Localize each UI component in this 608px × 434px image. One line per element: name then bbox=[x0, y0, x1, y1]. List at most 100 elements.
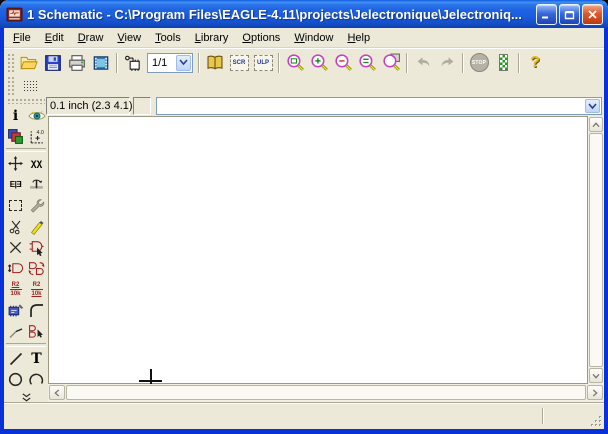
save-button[interactable] bbox=[41, 51, 65, 75]
print-button[interactable] bbox=[65, 51, 89, 75]
sheet-selector-dropdown[interactable] bbox=[176, 55, 191, 71]
toolbar-grip[interactable] bbox=[7, 53, 14, 73]
arc-button[interactable] bbox=[26, 369, 47, 390]
miter-button[interactable] bbox=[26, 300, 47, 321]
titlebar[interactable]: 1 Schematic - C:\Program Files\EAGLE-4.1… bbox=[0, 0, 608, 28]
grid-toolbar-grip[interactable] bbox=[7, 76, 14, 96]
client-area: File Edit Draw View Tools Library Option… bbox=[4, 28, 604, 429]
show-button[interactable] bbox=[26, 105, 47, 126]
invoke-button[interactable] bbox=[26, 321, 47, 342]
minimize-icon bbox=[541, 9, 552, 20]
pinswap-button[interactable] bbox=[5, 258, 26, 279]
scroll-down-button[interactable] bbox=[589, 368, 603, 383]
use-library-button[interactable] bbox=[203, 51, 227, 75]
toolbar-separator bbox=[278, 53, 280, 73]
delete-button[interactable] bbox=[5, 237, 26, 258]
command-input[interactable] bbox=[157, 99, 585, 113]
split-button[interactable] bbox=[5, 321, 26, 342]
wrench-icon bbox=[28, 197, 45, 214]
zoom-out-button[interactable] bbox=[331, 51, 355, 75]
horizontal-scroll-thumb[interactable] bbox=[66, 385, 586, 400]
maximize-button[interactable] bbox=[559, 4, 580, 25]
zoom-in-button[interactable] bbox=[307, 51, 331, 75]
grid-toolbar bbox=[4, 76, 604, 96]
resize-grip[interactable] bbox=[590, 415, 603, 428]
horizontal-scrollbar[interactable] bbox=[48, 384, 604, 402]
sheet-selector[interactable]: 1/1 bbox=[147, 53, 193, 73]
floppy-disk-icon bbox=[44, 54, 62, 72]
paste-button[interactable] bbox=[26, 216, 47, 237]
open-file-button[interactable] bbox=[17, 51, 41, 75]
rotate-button[interactable] bbox=[26, 174, 47, 195]
group-button[interactable] bbox=[5, 195, 26, 216]
vertical-scroll-thumb[interactable] bbox=[589, 133, 603, 367]
zoom-select-button[interactable] bbox=[355, 51, 379, 75]
menu-help[interactable]: Help bbox=[340, 30, 377, 46]
svg-text:4.0: 4.0 bbox=[37, 130, 44, 136]
mirror-button[interactable]: E|Ǝ bbox=[5, 174, 26, 195]
info-icon: i bbox=[13, 109, 18, 123]
vertical-scrollbar[interactable] bbox=[588, 116, 604, 384]
smash-icon bbox=[7, 302, 24, 319]
add-button[interactable] bbox=[26, 237, 47, 258]
schematic-canvas[interactable] bbox=[48, 116, 588, 384]
command-dropdown[interactable] bbox=[585, 99, 600, 113]
command-toolbar-grip[interactable] bbox=[7, 98, 45, 104]
board-chip-icon bbox=[124, 54, 142, 72]
value-button[interactable]: R2 10k bbox=[26, 279, 47, 300]
name-button[interactable]: R2 10k bbox=[5, 279, 26, 300]
circle-button[interactable] bbox=[5, 369, 26, 390]
scroll-right-button[interactable] bbox=[587, 385, 603, 400]
progress-indicator-icon bbox=[499, 54, 508, 71]
zoom-redraw-button[interactable] bbox=[379, 51, 403, 75]
close-button[interactable] bbox=[582, 4, 603, 25]
cam-processor-button[interactable] bbox=[89, 51, 113, 75]
menu-options[interactable]: Options bbox=[235, 30, 287, 46]
add-part-icon bbox=[28, 239, 45, 256]
mark-button[interactable]: 4.0 bbox=[26, 126, 47, 147]
cut-button[interactable] bbox=[5, 216, 26, 237]
menu-draw[interactable]: Draw bbox=[71, 30, 111, 46]
chevron-down-icon bbox=[179, 59, 188, 66]
ulp-icon: ULP bbox=[254, 55, 273, 71]
redo-icon bbox=[438, 53, 457, 72]
grid-settings-button[interactable] bbox=[17, 77, 43, 95]
menu-library[interactable]: Library bbox=[188, 30, 236, 46]
zoom-in-icon bbox=[310, 53, 329, 72]
copy-button[interactable]: χχ bbox=[26, 153, 47, 174]
menu-window[interactable]: Window bbox=[287, 30, 340, 46]
menu-view[interactable]: View bbox=[110, 30, 148, 46]
param-secondary-box bbox=[133, 97, 151, 115]
move-button[interactable] bbox=[5, 153, 26, 174]
minimize-button[interactable] bbox=[536, 4, 557, 25]
info-button[interactable]: i bbox=[5, 105, 26, 126]
smash-button[interactable] bbox=[5, 300, 26, 321]
chevron-down-icon bbox=[592, 373, 600, 379]
script-button[interactable]: SCR bbox=[227, 51, 251, 75]
rotate-icon bbox=[28, 176, 45, 193]
gateswap-button[interactable] bbox=[26, 258, 47, 279]
run-ulp-button[interactable]: ULP bbox=[251, 51, 275, 75]
window-frame-right bbox=[604, 28, 608, 434]
undo-button[interactable] bbox=[411, 51, 435, 75]
group-icon bbox=[9, 200, 22, 211]
progress-button[interactable] bbox=[491, 51, 515, 75]
menu-tools[interactable]: Tools bbox=[148, 30, 188, 46]
help-button[interactable]: ? bbox=[523, 51, 547, 75]
scroll-left-button[interactable] bbox=[49, 385, 65, 400]
menu-file[interactable]: File bbox=[6, 30, 38, 46]
board-button[interactable] bbox=[121, 51, 145, 75]
name-icon: R2 10k bbox=[10, 282, 22, 297]
wire-button[interactable] bbox=[5, 348, 26, 369]
chevron-up-icon bbox=[592, 122, 600, 128]
menu-edit[interactable]: Edit bbox=[38, 30, 71, 46]
zoom-fit-button[interactable] bbox=[283, 51, 307, 75]
display-button[interactable] bbox=[5, 126, 26, 147]
application-window: 1 Schematic - C:\Program Files\EAGLE-4.1… bbox=[0, 0, 608, 434]
scroll-up-button[interactable] bbox=[589, 117, 603, 132]
change-button[interactable] bbox=[26, 195, 47, 216]
redo-button[interactable] bbox=[435, 51, 459, 75]
text-button[interactable]: T bbox=[26, 348, 47, 369]
stop-button[interactable]: STOP bbox=[467, 51, 491, 75]
command-combobox[interactable] bbox=[156, 97, 602, 115]
